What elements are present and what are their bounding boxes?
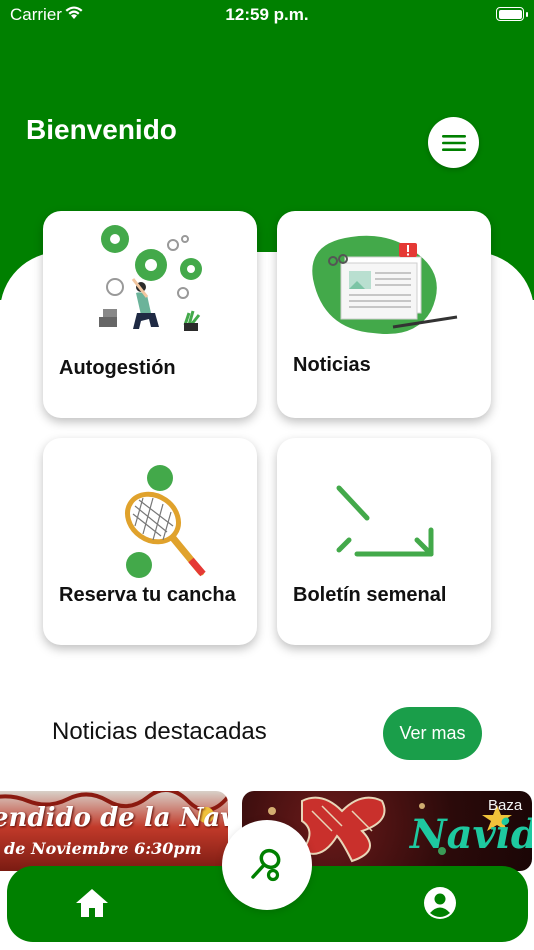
card-label-noticias: Noticias <box>293 354 371 376</box>
status-bar: Carrier 12:59 p.m. <box>0 0 534 30</box>
card-boletin[interactable]: Boletín semenal <box>277 438 491 645</box>
news-caption-tag: Baza <box>488 797 523 814</box>
news-caption-line2: de Noviembre 6:30pm <box>4 839 202 858</box>
card-label-reserva: Reserva tu cancha <box>59 584 236 606</box>
card-reserva-cancha[interactable]: Reserva tu cancha <box>43 438 257 645</box>
card-noticias[interactable]: Noticias <box>277 211 491 418</box>
featured-news-title: Noticias destacadas <box>52 718 267 745</box>
tennis-icon <box>251 848 281 882</box>
profile-icon[interactable] <box>423 886 457 920</box>
card-label-autogestion: Autogestión <box>59 357 176 379</box>
home-icon[interactable] <box>75 888 109 918</box>
page-title: Bienvenido <box>26 114 177 145</box>
news-caption-line1: endido de la Navidad <box>0 803 228 833</box>
hamburger-menu-icon <box>441 134 466 151</box>
see-more-button[interactable]: Ver mas <box>383 707 482 760</box>
newsletter-arrow-illustration <box>336 485 434 557</box>
card-autogestion[interactable]: Autogestión <box>43 211 257 418</box>
gears-illustration <box>99 225 202 331</box>
card-label-boletin: Boletín semenal <box>293 584 447 606</box>
clock: 12:59 p.m. <box>225 5 309 24</box>
tennis-racket-illustration <box>125 465 206 578</box>
news-caption-line1: Navid <box>410 811 532 858</box>
battery-tip <box>526 12 528 17</box>
battery-icon <box>496 7 524 21</box>
menu-button[interactable] <box>428 117 479 168</box>
tennis-button[interactable] <box>222 820 312 910</box>
news-item[interactable]: endido de la Navidad de Noviembre 6:30pm <box>0 791 228 871</box>
newspaper-illustration <box>312 235 458 335</box>
